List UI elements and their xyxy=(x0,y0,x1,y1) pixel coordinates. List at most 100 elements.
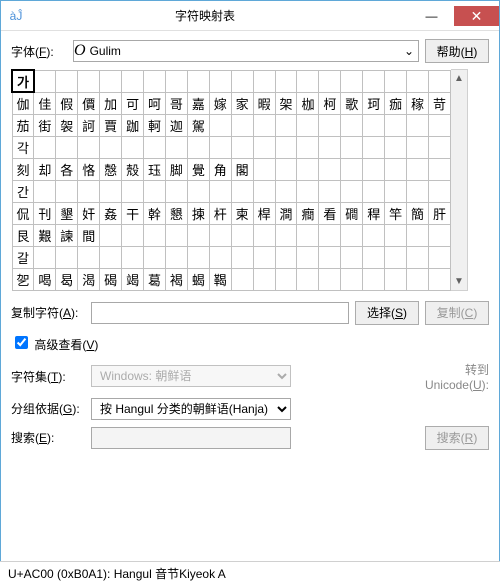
grid-cell[interactable] xyxy=(385,224,407,246)
grid-cell[interactable]: 竭 xyxy=(122,268,144,290)
grid-cell[interactable]: 干 xyxy=(122,202,144,224)
grid-cell[interactable] xyxy=(363,136,385,158)
search-input[interactable] xyxy=(91,427,291,449)
grid-cell[interactable]: 蝎 xyxy=(187,268,209,290)
scroll-up-icon[interactable]: ▲ xyxy=(451,70,467,87)
grid-cell[interactable]: 呵 xyxy=(144,92,166,114)
grid-cell[interactable]: 稼 xyxy=(407,92,429,114)
grid-cell[interactable]: 幹 xyxy=(144,202,166,224)
grid-cell[interactable] xyxy=(297,114,319,136)
grid-cell[interactable] xyxy=(253,70,275,92)
grid-cell[interactable]: 角 xyxy=(209,158,231,180)
grid-cell[interactable]: 脚 xyxy=(165,158,187,180)
grid-cell[interactable]: 歌 xyxy=(341,92,363,114)
grid-cell[interactable]: 軻 xyxy=(144,114,166,136)
charset-select[interactable]: Windows: 朝鲜语 xyxy=(91,365,291,387)
grid-cell[interactable] xyxy=(341,268,363,290)
grid-cell[interactable] xyxy=(253,136,275,158)
grid-cell[interactable]: 覺 xyxy=(187,158,209,180)
grid-cell[interactable]: 嘉 xyxy=(187,92,209,114)
grid-cell[interactable] xyxy=(34,136,56,158)
grid-cell[interactable] xyxy=(407,224,429,246)
grid-cell[interactable] xyxy=(407,70,429,92)
grid-cell[interactable] xyxy=(319,180,341,202)
grid-cell[interactable] xyxy=(187,136,209,158)
grid-cell[interactable] xyxy=(231,246,253,268)
grid-cell[interactable] xyxy=(385,136,407,158)
grid-cell[interactable] xyxy=(165,246,187,268)
grid-cell[interactable] xyxy=(429,114,451,136)
grid-cell[interactable] xyxy=(144,224,166,246)
grid-cell[interactable] xyxy=(100,246,122,268)
grid-cell[interactable] xyxy=(253,158,275,180)
grid-cell[interactable]: 間 xyxy=(78,224,100,246)
grid-cell[interactable] xyxy=(100,70,122,92)
grid-cell[interactable]: 哥 xyxy=(165,92,187,114)
grid-cell[interactable] xyxy=(165,136,187,158)
grid-cell[interactable] xyxy=(78,70,100,92)
grid-cell[interactable] xyxy=(253,114,275,136)
close-button[interactable]: ✕ xyxy=(454,6,499,26)
grid-cell[interactable] xyxy=(363,268,385,290)
grid-cell[interactable]: 柬 xyxy=(231,202,253,224)
grid-cell[interactable] xyxy=(319,246,341,268)
grid-cell[interactable]: 鞨 xyxy=(209,268,231,290)
help-button[interactable]: 帮助(H) xyxy=(425,39,489,63)
grid-cell[interactable] xyxy=(100,180,122,202)
grid-cell[interactable] xyxy=(78,246,100,268)
grid-cell[interactable]: 乫 xyxy=(12,268,34,290)
grid-cell[interactable] xyxy=(429,180,451,202)
grid-cell[interactable]: 碣 xyxy=(100,268,122,290)
grid-cell[interactable] xyxy=(56,136,78,158)
grid-cell[interactable] xyxy=(363,180,385,202)
grid-cell[interactable]: 架 xyxy=(275,92,297,114)
grid-cell[interactable] xyxy=(165,224,187,246)
grid-cell[interactable]: 迦 xyxy=(165,114,187,136)
grid-cell[interactable] xyxy=(122,246,144,268)
grid-cell[interactable]: 曷 xyxy=(56,268,78,290)
grid-cell[interactable]: 葛 xyxy=(144,268,166,290)
grid-cell[interactable]: 伽 xyxy=(12,92,34,114)
grid-cell[interactable] xyxy=(144,136,166,158)
grid-cell[interactable] xyxy=(385,70,407,92)
grid-cell[interactable] xyxy=(209,246,231,268)
grid-cell[interactable]: 桿 xyxy=(253,202,275,224)
grid-cell[interactable]: 痂 xyxy=(385,92,407,114)
grid-cell[interactable] xyxy=(122,136,144,158)
grid-cell[interactable] xyxy=(56,180,78,202)
copy-input[interactable] xyxy=(91,302,349,324)
grid-cell[interactable]: 刊 xyxy=(34,202,56,224)
grid-cell[interactable] xyxy=(144,180,166,202)
grid-cell[interactable]: 價 xyxy=(78,92,100,114)
grid-cell[interactable] xyxy=(319,114,341,136)
grid-cell[interactable]: 稈 xyxy=(363,202,385,224)
grid-cell[interactable] xyxy=(144,246,166,268)
grid-cell[interactable] xyxy=(275,224,297,246)
grid-cell[interactable]: 艱 xyxy=(34,224,56,246)
grid-cell[interactable] xyxy=(34,180,56,202)
scroll-down-icon[interactable]: ▼ xyxy=(451,273,467,290)
grid-cell[interactable]: 褐 xyxy=(165,268,187,290)
grid-cell[interactable] xyxy=(407,268,429,290)
grid-cell[interactable] xyxy=(34,70,56,92)
grid-cell[interactable] xyxy=(187,246,209,268)
grid-cell[interactable] xyxy=(253,246,275,268)
grid-cell[interactable] xyxy=(231,114,253,136)
grid-cell[interactable] xyxy=(275,180,297,202)
grid-cell[interactable] xyxy=(253,180,275,202)
grid-cell[interactable]: 墾 xyxy=(56,202,78,224)
grid-cell[interactable] xyxy=(407,158,429,180)
grid-cell[interactable]: 家 xyxy=(231,92,253,114)
grid-cell[interactable] xyxy=(363,70,385,92)
grid-cell[interactable] xyxy=(341,246,363,268)
grid-cell[interactable]: 却 xyxy=(34,158,56,180)
grid-cell[interactable] xyxy=(407,114,429,136)
grid-cell[interactable] xyxy=(253,224,275,246)
grid-cell[interactable]: 苛 xyxy=(429,92,451,114)
grid-cell[interactable]: 艮 xyxy=(12,224,34,246)
grid-cell[interactable] xyxy=(385,158,407,180)
grid-cell[interactable] xyxy=(122,224,144,246)
grid-cell[interactable] xyxy=(385,246,407,268)
search-button[interactable]: 搜索(R) xyxy=(425,426,489,450)
grid-cell[interactable]: 渴 xyxy=(78,268,100,290)
